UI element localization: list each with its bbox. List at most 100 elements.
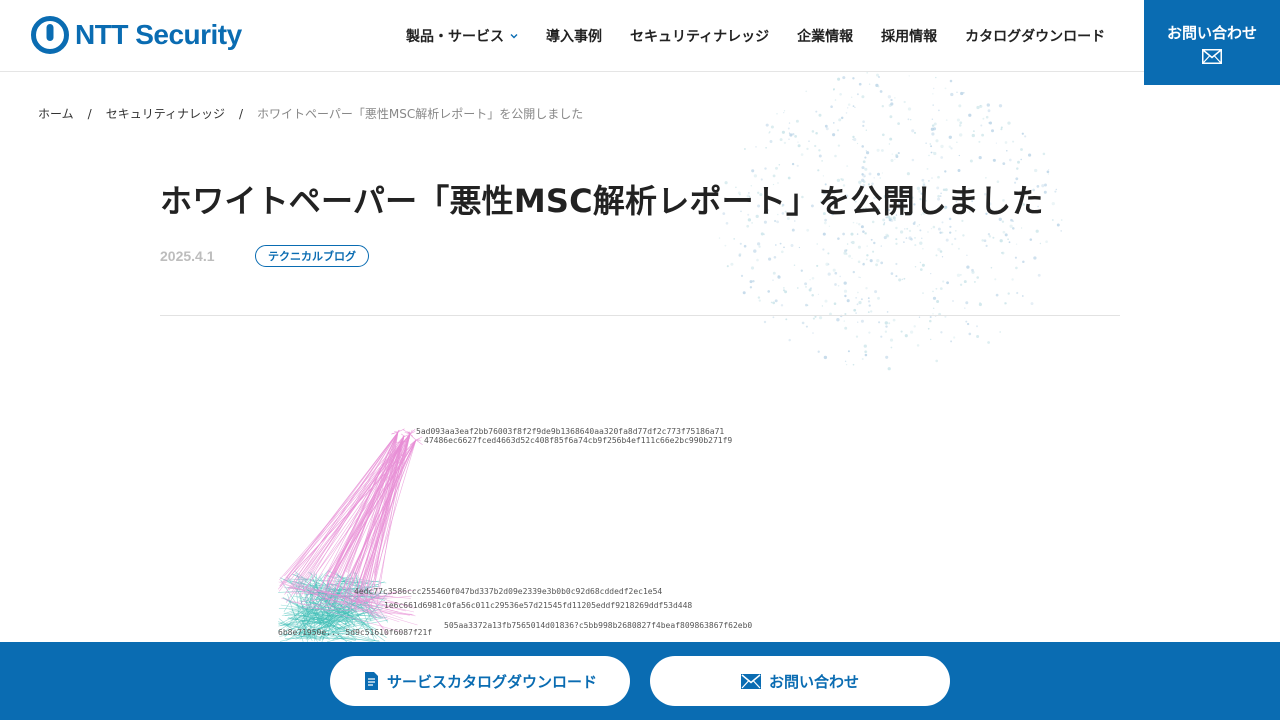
cloud-particle — [837, 77, 841, 81]
cloud-particle — [1002, 162, 1006, 165]
cloud-particle — [798, 246, 801, 249]
cloud-particle — [987, 109, 991, 113]
graph-node-label: 6b8e71950e... 5d9c51610f6087f21f — [278, 628, 432, 637]
cloud-particle — [932, 104, 934, 106]
cloud-particle — [939, 231, 942, 234]
nav-catalog-download[interactable]: カタログダウンロード — [965, 26, 1105, 46]
cloud-particle — [890, 159, 894, 162]
cloud-particle — [1004, 301, 1007, 305]
cloud-particle — [880, 261, 884, 265]
cloud-particle — [833, 302, 837, 305]
cloud-particle — [868, 83, 871, 85]
cloud-particle — [1044, 183, 1047, 187]
cloud-particle — [941, 231, 944, 234]
cloud-particle — [856, 142, 859, 145]
cloud-particle — [804, 282, 808, 286]
cloud-particle — [1020, 148, 1023, 151]
cloud-particle — [932, 307, 935, 310]
cloud-particle — [868, 304, 871, 307]
cloud-particle — [895, 262, 898, 266]
header-contact-button[interactable]: お問い合わせ — [1144, 0, 1280, 85]
cloud-particle — [872, 250, 875, 253]
cloud-particle — [862, 120, 865, 124]
cloud-particle — [949, 225, 952, 228]
cloud-particle — [846, 299, 850, 303]
cloud-particle — [875, 263, 879, 267]
cloud-particle — [954, 237, 957, 241]
cloud-particle — [935, 359, 939, 363]
cloud-particle — [876, 259, 880, 263]
cloud-particle — [1000, 128, 1003, 131]
cloud-particle — [874, 290, 878, 294]
category-tag[interactable]: テクニカルブログ — [255, 245, 369, 267]
cloud-particle — [816, 264, 819, 267]
cloud-particle — [956, 91, 958, 93]
cloud-particle — [918, 316, 921, 318]
cloud-particle — [948, 135, 952, 139]
cloud-particle — [814, 315, 817, 318]
cloud-particle — [945, 119, 948, 121]
cloud-particle — [932, 290, 934, 293]
cloud-particle — [751, 222, 753, 224]
cloud-particle — [1021, 132, 1024, 135]
cloud-particle — [1011, 278, 1014, 281]
cloud-particle — [846, 165, 849, 168]
cloud-particle — [1020, 227, 1023, 229]
cloud-particle — [1009, 224, 1013, 228]
cloud-particle — [949, 79, 953, 83]
cloud-particle — [790, 244, 794, 247]
cloud-particle — [843, 289, 848, 293]
cloud-particle — [844, 294, 847, 298]
cloud-particle — [885, 355, 889, 359]
cloud-particle — [865, 150, 867, 152]
cloud-particle — [815, 131, 818, 135]
cloud-particle — [926, 167, 929, 170]
cloud-particle — [921, 237, 923, 239]
nav-products-services[interactable]: 製品・サービス — [406, 26, 518, 46]
cloud-particle — [816, 243, 818, 245]
breadcrumb-security-knowledge[interactable]: セキュリティナレッジ — [106, 105, 225, 122]
graph-edge — [415, 436, 423, 441]
cloud-particle — [864, 167, 868, 171]
cloud-particle — [866, 71, 869, 74]
ntt-security-logo[interactable]: NTT Security — [30, 15, 242, 55]
cloud-particle — [904, 334, 908, 338]
cloud-particle — [726, 265, 729, 268]
cloud-particle — [940, 144, 944, 149]
cloud-particle — [857, 245, 861, 249]
cloud-particle — [913, 131, 917, 134]
cloud-particle — [1047, 169, 1050, 171]
service-catalog-download-button[interactable]: サービスカタログダウンロード — [330, 656, 630, 706]
cloud-particle — [769, 131, 771, 133]
cloud-particle — [852, 135, 855, 139]
cloud-particle — [987, 233, 991, 236]
nav-security-knowledge[interactable]: セキュリティナレッジ — [630, 26, 769, 46]
cloud-particle — [852, 138, 854, 141]
breadcrumb-current: ホワイトペーパー「悪性MSC解析レポート」を公開しました — [257, 107, 584, 121]
cloud-particle — [1042, 152, 1046, 156]
cloud-particle — [881, 172, 884, 174]
cloud-particle — [957, 169, 961, 172]
cloud-particle — [746, 224, 750, 228]
cloud-particle — [852, 77, 855, 80]
cloud-particle — [810, 287, 812, 290]
catalog-button-label: サービスカタログダウンロード — [386, 672, 597, 691]
nav-case-studies[interactable]: 導入事例 — [546, 26, 602, 46]
cloud-particle — [866, 254, 869, 257]
footer-contact-button[interactable]: お問い合わせ — [650, 656, 950, 706]
cloud-particle — [965, 320, 968, 323]
cloud-particle — [930, 145, 933, 148]
cloud-particle — [750, 266, 755, 270]
cloud-particle — [756, 258, 759, 262]
cloud-particle — [1014, 256, 1017, 259]
cloud-particle — [832, 133, 836, 137]
cloud-particle — [818, 154, 822, 158]
nav-recruitment[interactable]: 採用情報 — [881, 26, 937, 46]
breadcrumb-home[interactable]: ホーム — [38, 105, 74, 122]
nav-company-info[interactable]: 企業情報 — [797, 26, 853, 46]
cloud-particle — [869, 259, 873, 263]
cloud-particle — [1024, 135, 1027, 138]
cloud-particle — [935, 254, 938, 257]
cloud-particle — [975, 325, 979, 328]
contact-button-label: お問い合わせ — [1166, 23, 1257, 42]
